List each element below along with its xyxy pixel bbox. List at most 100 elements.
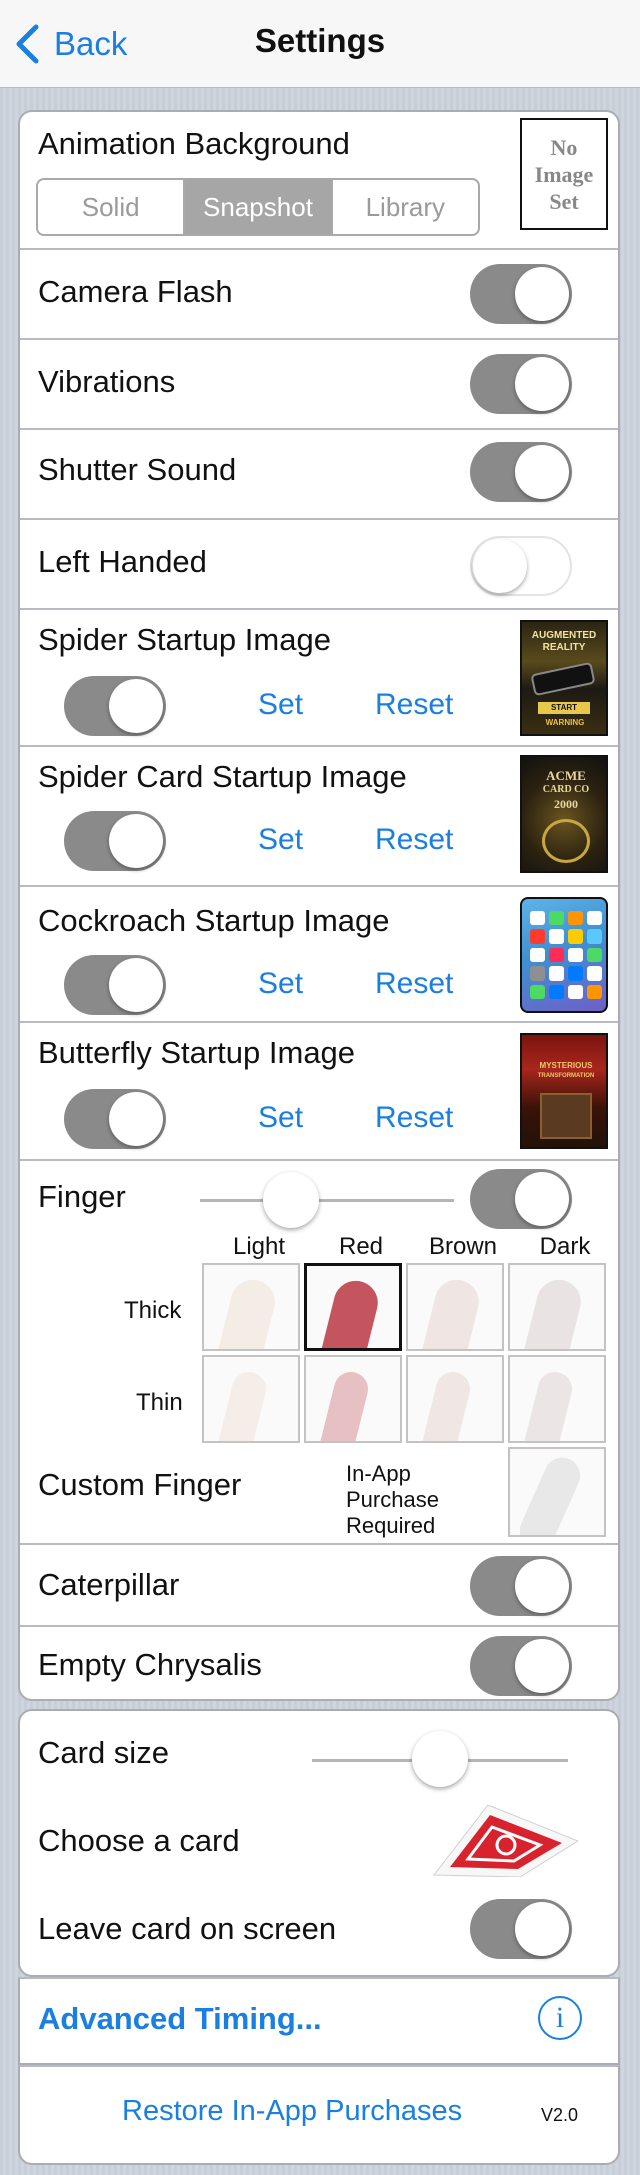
spider-card-startup-thumbnail[interactable]: ACME CARD CO 2000 (520, 755, 608, 873)
camera-flash-toggle[interactable] (470, 264, 572, 324)
camera-flash-label: Camera Flash (38, 274, 233, 309)
playing-card-back-graphic (433, 1804, 580, 1878)
caterpillar-label: Caterpillar (38, 1567, 180, 1602)
segment-snapshot[interactable]: Snapshot (185, 180, 333, 234)
row-label-thick: Thick (124, 1297, 182, 1324)
column-header-brown: Brown (428, 1233, 498, 1260)
version-label: V2.0 (540, 2105, 578, 2125)
set-button[interactable]: Set (258, 823, 303, 857)
startup-image-label: Butterfly Startup Image (38, 1035, 356, 1070)
settings-card-main: Animation Background Solid Snapshot Libr… (18, 110, 620, 1701)
set-button[interactable]: Set (258, 1101, 303, 1135)
butterfly-startup-row: Butterfly Startup Image Set Reset MYSTER… (20, 1023, 618, 1161)
advanced-timing-card[interactable]: Advanced Timing... i (18, 1977, 620, 2065)
leave-card-toggle[interactable] (470, 1899, 572, 1959)
thumb-text: AUGMENTED (531, 630, 597, 641)
shutter-sound-row: Shutter Sound (20, 430, 618, 520)
finger-label: Finger (38, 1179, 126, 1214)
startup-image-label: Spider Startup Image (38, 622, 331, 657)
set-button[interactable]: Set (258, 688, 303, 722)
finger-option[interactable] (304, 1263, 402, 1351)
no-image-text: No (550, 135, 578, 160)
finger-option[interactable] (304, 1355, 402, 1443)
page-title: Settings (254, 22, 386, 59)
no-image-text: Set (549, 189, 579, 214)
finger-slider-track (200, 1199, 454, 1202)
background-segmented-control: Solid Snapshot Library (36, 178, 480, 236)
butterfly-startup-thumbnail[interactable]: MYSTERIOUS TRANSFORMATION (520, 1033, 608, 1149)
segment-library[interactable]: Library (333, 180, 478, 234)
reset-button[interactable]: Reset (375, 688, 453, 722)
spider-startup-toggle[interactable] (64, 676, 166, 736)
empty-chrysalis-toggle[interactable] (470, 1636, 572, 1696)
card-size-label: Card size (38, 1735, 169, 1770)
segment-solid[interactable]: Solid (38, 180, 186, 234)
vibrations-row: Vibrations (20, 340, 618, 430)
thumb-text: WARNING (545, 718, 585, 727)
shutter-sound-toggle[interactable] (470, 442, 572, 502)
settings-card-card-options: Card size Choose a card Leave card on sc… (18, 1709, 620, 1977)
phone-graphic (530, 661, 596, 697)
finger-option[interactable] (202, 1355, 300, 1443)
set-button[interactable]: Set (258, 967, 303, 1001)
finger-option[interactable] (202, 1263, 300, 1351)
thumb-text: REALITY (542, 642, 586, 653)
leave-card-label: Leave card on screen (38, 1911, 337, 1946)
left-handed-label: Left Handed (38, 544, 207, 579)
navigation-bar: Back Settings (0, 0, 640, 88)
reset-button[interactable]: Reset (375, 1101, 453, 1135)
thumb-text: ACME (546, 768, 586, 783)
vibrations-label: Vibrations (38, 364, 176, 399)
startup-image-label: Spider Card Startup Image (38, 759, 407, 794)
finger-toggle[interactable] (470, 1169, 572, 1229)
chosen-card-image[interactable] (428, 1804, 580, 1878)
cockroach-startup-thumbnail[interactable] (520, 897, 608, 1013)
column-header-light: Light (232, 1233, 286, 1260)
footer-card: Restore In-App Purchases V2.0 (18, 2065, 620, 2165)
reset-button[interactable]: Reset (375, 823, 453, 857)
vibrations-toggle[interactable] (470, 354, 572, 414)
custom-finger-option[interactable] (508, 1447, 606, 1537)
finger-option[interactable] (508, 1355, 606, 1443)
left-handed-toggle[interactable] (470, 536, 572, 596)
spider-startup-row: Spider Startup Image Set Reset AUGMENTED… (20, 610, 618, 747)
iap-required-text: In-App Purchase Required (346, 1461, 439, 1539)
butterfly-startup-toggle[interactable] (64, 1089, 166, 1149)
restore-purchases-button[interactable]: Restore In-App Purchases (122, 2095, 462, 2128)
camera-flash-row: Camera Flash (20, 250, 618, 340)
caterpillar-toggle[interactable] (470, 1556, 572, 1616)
startup-image-label: Cockroach Startup Image (38, 903, 390, 938)
card-size-slider-thumb[interactable] (412, 1731, 468, 1787)
iap-line: Purchase (346, 1487, 439, 1512)
shutter-sound-label: Shutter Sound (38, 452, 237, 487)
finger-option[interactable] (406, 1263, 504, 1351)
caterpillar-row: Caterpillar (20, 1545, 618, 1627)
stage-graphic (540, 1093, 592, 1139)
app-icon-grid (530, 911, 602, 999)
reset-button[interactable]: Reset (375, 967, 453, 1001)
column-header-dark: Dark (539, 1233, 591, 1260)
finger-row: Finger Light Red Brown Dark Thick Thin C… (20, 1161, 618, 1545)
info-icon[interactable]: i (538, 1996, 582, 2040)
iap-line: In-App (346, 1461, 411, 1486)
thumb-text: TRANSFORMATION (537, 1073, 595, 1079)
advanced-timing-label[interactable]: Advanced Timing... (38, 2001, 322, 2037)
finger-option[interactable] (406, 1355, 504, 1443)
cockroach-startup-row: Cockroach Startup Image Set Reset (20, 887, 618, 1023)
spider-card-startup-toggle[interactable] (64, 811, 166, 871)
custom-finger-label: Custom Finger (38, 1467, 242, 1502)
finger-slider-thumb[interactable] (263, 1172, 320, 1228)
thumb-text: START (538, 702, 590, 714)
no-image-text: Image (534, 162, 594, 187)
column-header-red: Red (338, 1233, 384, 1260)
cockroach-startup-toggle[interactable] (64, 955, 166, 1015)
empty-chrysalis-label: Empty Chrysalis (38, 1647, 262, 1682)
row-label-thin: Thin (136, 1389, 183, 1416)
custom-finger-graphic (514, 1451, 586, 1535)
finger-option[interactable] (508, 1263, 606, 1351)
spider-startup-thumbnail[interactable]: AUGMENTED REALITY START WARNING (520, 620, 608, 736)
choose-card-label: Choose a card (38, 1823, 240, 1858)
emblem-graphic (542, 819, 590, 863)
background-image-preview[interactable]: No Image Set (520, 118, 608, 230)
thumb-text: MYSTERIOUS (539, 1061, 593, 1070)
